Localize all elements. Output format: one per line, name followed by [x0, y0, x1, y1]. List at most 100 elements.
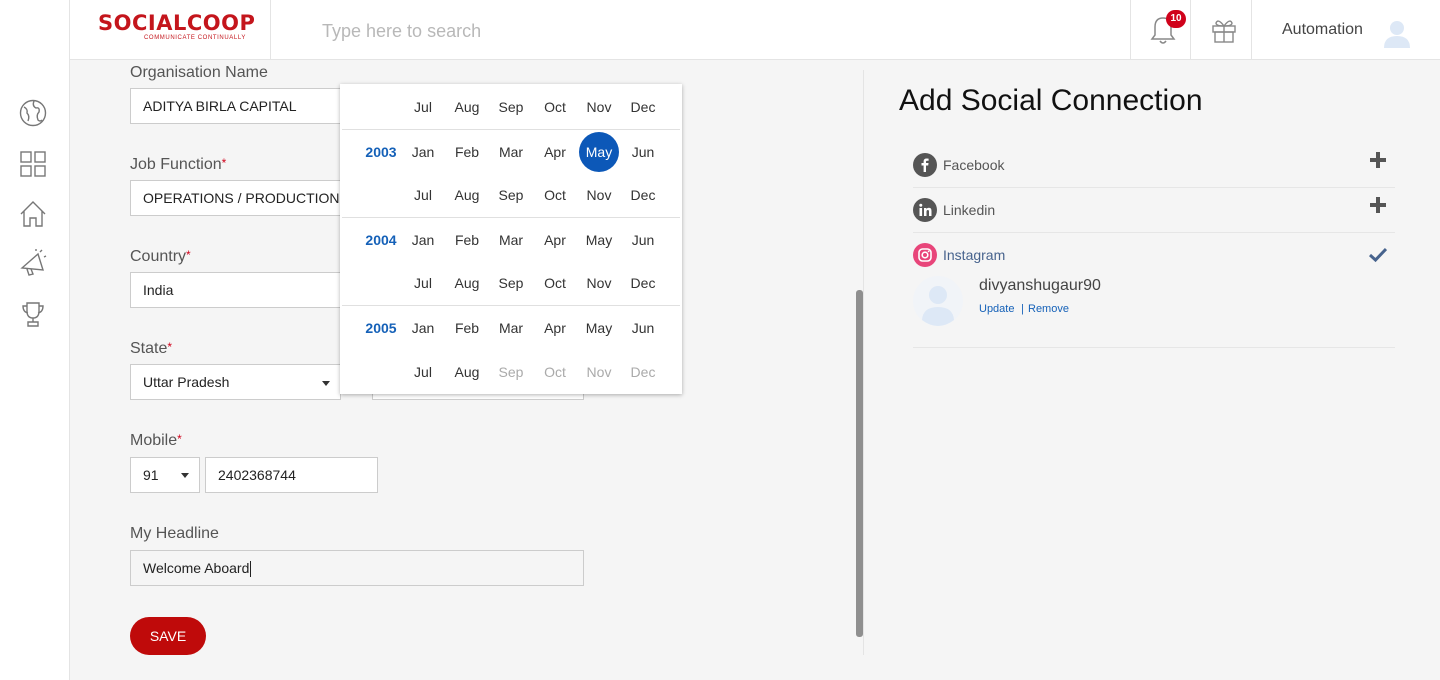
- month-cell[interactable]: Aug: [445, 173, 489, 217]
- month-cell[interactable]: Jul: [401, 85, 445, 129]
- remove-link[interactable]: Remove: [1028, 303, 1069, 315]
- month-cell[interactable]: Aug: [445, 85, 489, 129]
- picker-row-2003-h1: 2003 Jan Feb Mar Apr May Jun: [340, 130, 682, 174]
- panel-divider: [863, 70, 864, 655]
- month-cell[interactable]: Apr: [533, 306, 577, 350]
- social-row-facebook[interactable]: Facebook: [913, 143, 1395, 188]
- scrollbar-thumb[interactable]: [856, 290, 863, 637]
- section-divider: [913, 347, 1395, 348]
- month-cell[interactable]: Jan: [401, 218, 445, 262]
- picker-row-2004-h1: 2004 Jan Feb Mar Apr May Jun: [340, 218, 682, 262]
- checkmark-icon: [1368, 246, 1388, 264]
- month-cell[interactable]: Feb: [445, 306, 489, 350]
- left-nav-rail: [0, 0, 70, 680]
- month-cell[interactable]: Aug: [445, 350, 489, 394]
- month-cell[interactable]: Aug: [445, 261, 489, 305]
- social-name: Linkedin: [943, 202, 996, 218]
- social-name: Facebook: [943, 157, 1005, 173]
- month-cell[interactable]: May: [577, 218, 621, 262]
- month-cell[interactable]: Nov: [577, 85, 621, 129]
- picker-row-2005-h1: 2005 Jan Feb Mar Apr May Jun: [340, 306, 682, 350]
- job-function-label: Job Function*: [130, 156, 227, 173]
- header-divider: [1190, 0, 1191, 60]
- picker-row-2003-h2: Jul Aug Sep Oct Nov Dec: [340, 173, 682, 217]
- linkedin-icon: [913, 198, 937, 222]
- month-cell[interactable]: Mar: [489, 130, 533, 174]
- text-cursor: [250, 561, 252, 578]
- organisation-label: Organisation Name: [130, 64, 268, 81]
- header-divider: [1130, 0, 1131, 60]
- mobile-number-input[interactable]: 2402368744: [205, 457, 378, 493]
- month-cell[interactable]: Mar: [489, 218, 533, 262]
- month-cell[interactable]: Oct: [533, 261, 577, 305]
- month-cell[interactable]: Nov: [577, 173, 621, 217]
- globe-icon[interactable]: [18, 98, 48, 128]
- month-cell[interactable]: Sep: [489, 85, 533, 129]
- social-row-linkedin[interactable]: Linkedin: [913, 188, 1395, 233]
- headline-input[interactable]: Welcome Aboard: [130, 550, 584, 586]
- chevron-down-icon: [322, 381, 330, 386]
- instagram-icon: [913, 243, 937, 267]
- campaign-megaphone-icon[interactable]: [18, 248, 48, 278]
- month-cell[interactable]: Dec: [621, 173, 665, 217]
- month-cell[interactable]: Apr: [533, 218, 577, 262]
- notification-count-badge: 10: [1166, 10, 1186, 28]
- state-label: State*: [130, 340, 173, 357]
- social-name: Instagram: [943, 247, 1006, 263]
- month-cell[interactable]: Nov: [577, 261, 621, 305]
- account-avatar-icon: [913, 276, 963, 326]
- header-divider: [1251, 0, 1252, 60]
- disabled-month-cell: Oct: [544, 364, 566, 380]
- dashboard-grid-icon[interactable]: [18, 149, 48, 179]
- month-cell[interactable]: Sep: [489, 261, 533, 305]
- month-cell[interactable]: Oct: [533, 85, 577, 129]
- month-cell[interactable]: Jan: [401, 130, 445, 174]
- save-button[interactable]: SAVE: [130, 617, 206, 655]
- gift-icon[interactable]: [1210, 16, 1238, 44]
- selected-month-cell[interactable]: May: [577, 130, 621, 174]
- disabled-month-cell: Sep: [498, 364, 524, 380]
- picker-row-top: Jul Aug Sep Oct Nov Dec: [340, 85, 682, 129]
- social-section-title: Add Social Connection: [899, 84, 1203, 117]
- disabled-month-cell: Dec: [630, 364, 656, 380]
- username-label[interactable]: Automation: [1282, 21, 1363, 39]
- month-picker-dropdown: Jul Aug Sep Oct Nov Dec 2003 Jan Feb Mar…: [340, 84, 682, 394]
- update-link[interactable]: Update: [979, 303, 1014, 315]
- month-cell[interactable]: Feb: [445, 218, 489, 262]
- month-cell[interactable]: Feb: [445, 130, 489, 174]
- brand-logo[interactable]: SOCIALCOOP COMMUNICATE CONTINUALLY: [98, 12, 258, 48]
- month-cell[interactable]: Dec: [621, 261, 665, 305]
- month-cell[interactable]: Jun: [621, 130, 665, 174]
- month-cell[interactable]: Apr: [533, 130, 577, 174]
- headline-label: My Headline: [130, 525, 219, 542]
- month-cell[interactable]: Oct: [533, 173, 577, 217]
- month-cell[interactable]: Dec: [621, 85, 665, 129]
- user-avatar-icon[interactable]: [1383, 18, 1411, 48]
- month-cell[interactable]: Mar: [489, 306, 533, 350]
- add-plus-icon[interactable]: [1369, 196, 1387, 214]
- country-label: Country*: [130, 248, 191, 265]
- trophy-icon[interactable]: [18, 299, 48, 329]
- month-cell[interactable]: Jul: [401, 350, 445, 394]
- top-header: SOCIALCOOP COMMUNICATE CONTINUALLY 10 Au…: [70, 0, 1440, 60]
- search-input[interactable]: [322, 19, 822, 43]
- picker-row-2004-h2: Jul Aug Sep Oct Nov Dec: [340, 261, 682, 305]
- month-cell[interactable]: Jul: [401, 261, 445, 305]
- month-cell[interactable]: Jun: [621, 306, 665, 350]
- country-code-select[interactable]: 91: [130, 457, 200, 493]
- state-select[interactable]: Uttar Pradesh: [130, 364, 341, 400]
- social-row-instagram[interactable]: Instagram: [913, 233, 1395, 278]
- link-separator: |: [1021, 303, 1024, 315]
- month-cell[interactable]: Jun: [621, 218, 665, 262]
- month-cell[interactable]: Sep: [489, 173, 533, 217]
- month-cell[interactable]: Jul: [401, 173, 445, 217]
- chevron-down-icon: [181, 473, 189, 478]
- month-cell[interactable]: Jan: [401, 306, 445, 350]
- connected-account-username: divyanshugaur90: [979, 277, 1101, 294]
- month-cell[interactable]: May: [577, 306, 621, 350]
- home-icon[interactable]: [18, 199, 48, 229]
- mobile-label: Mobile*: [130, 432, 182, 449]
- facebook-icon: [913, 153, 937, 177]
- add-plus-icon[interactable]: [1369, 151, 1387, 169]
- disabled-month-cell: Nov: [586, 364, 612, 380]
